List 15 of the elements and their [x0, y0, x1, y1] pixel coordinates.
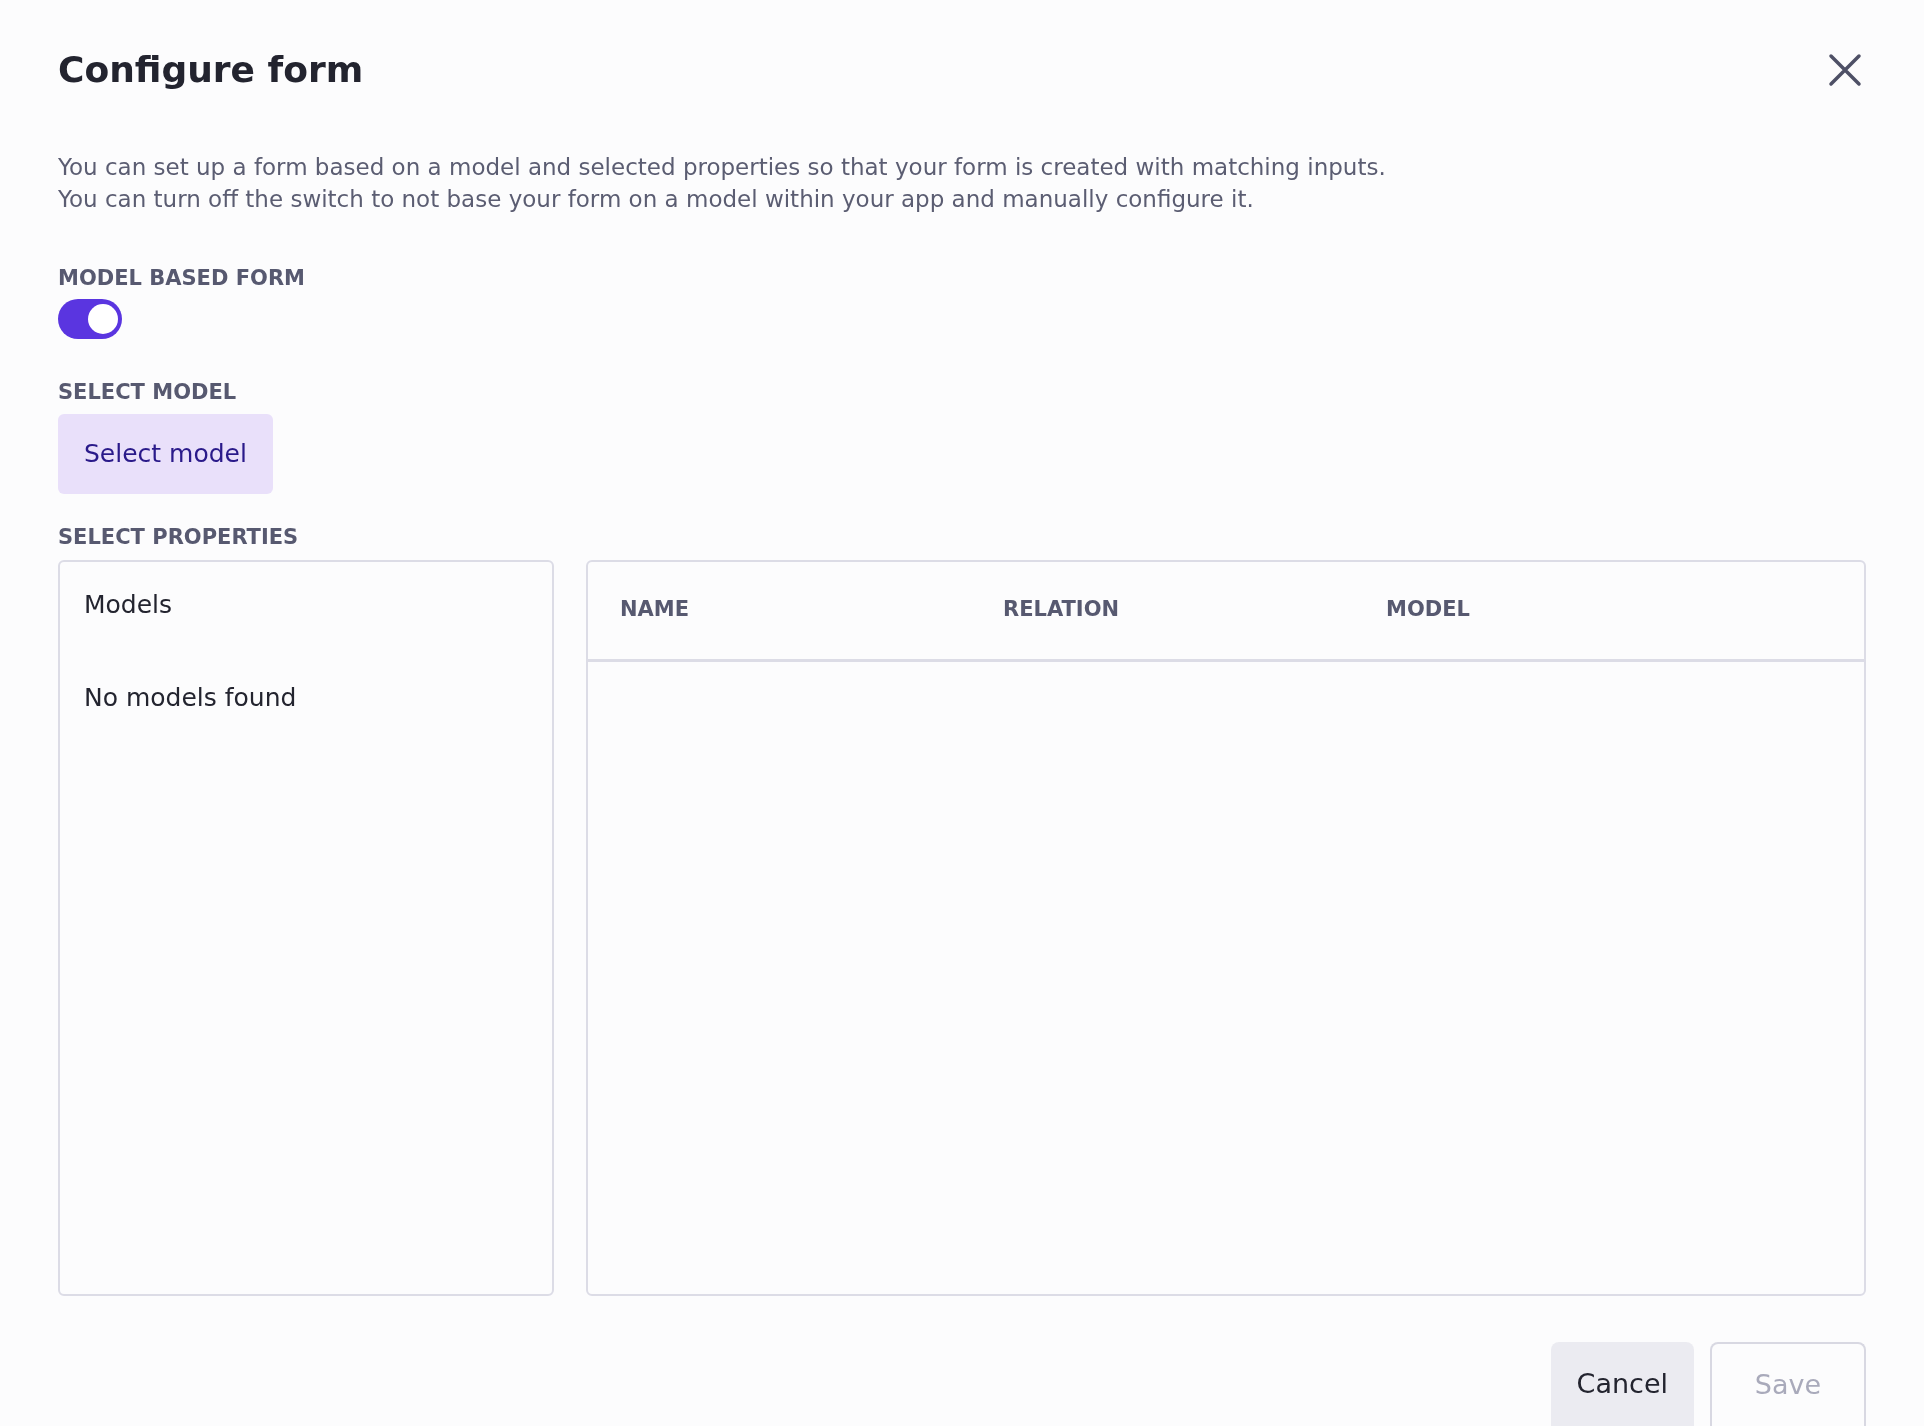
close-icon [1828, 52, 1862, 87]
cancel-button[interactable]: Cancel [1550, 1342, 1694, 1426]
column-header: NAME [620, 596, 691, 624]
empty-message: No models found [84, 682, 298, 715]
select-model-button[interactable]: Select model [58, 414, 273, 495]
column-header: MODEL [1386, 596, 1471, 624]
description-text: You can turn off the switch to not base your form on a model within your app and manually configure it. [58, 185, 1255, 215]
section-label: MODEL BASED FORM [58, 265, 306, 293]
panel-title: Models [84, 588, 174, 621]
dialog-title: Configure form [58, 48, 364, 92]
section-label: SELECT MODEL [58, 378, 238, 406]
toggle-switch[interactable] [58, 298, 122, 339]
column-header: RELATION [1003, 596, 1121, 624]
description-text: You can set up a form based on a model and selected properties so that your form is created with matching inputs. [58, 153, 1387, 183]
section-label: SELECT PROPERTIES [58, 524, 300, 552]
